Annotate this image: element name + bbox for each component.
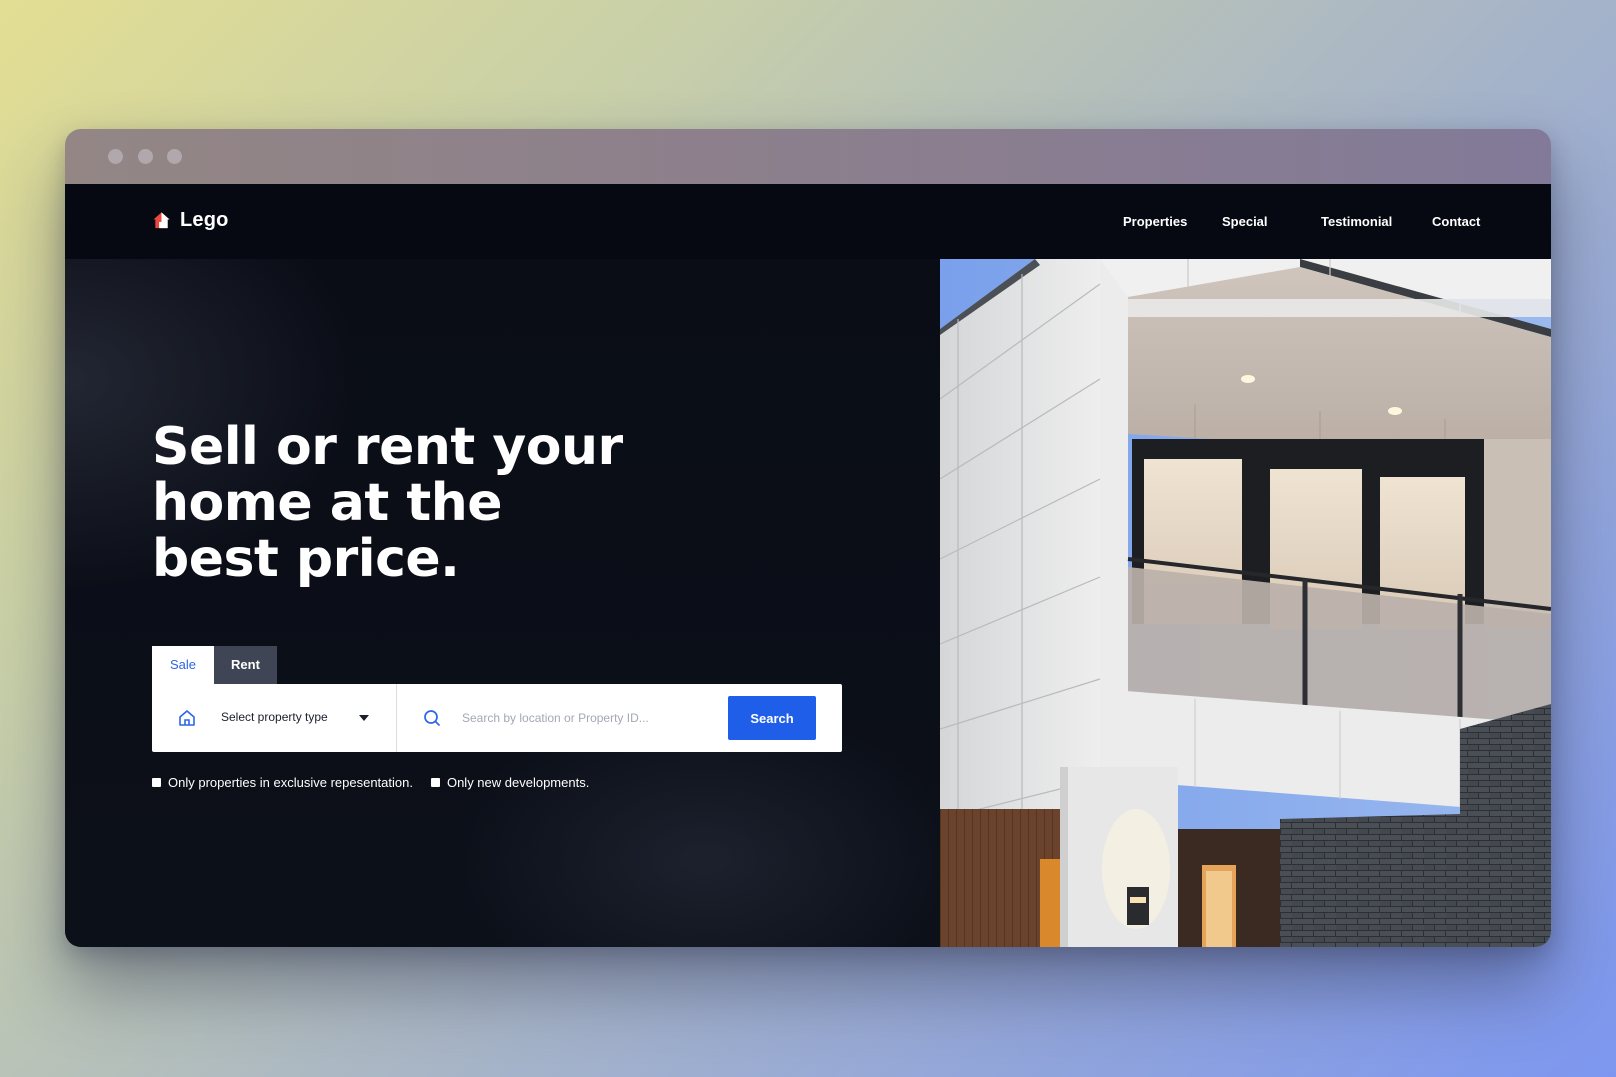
brand-logo[interactable]: Lego [152, 209, 229, 232]
window-titlebar [65, 129, 1551, 184]
browser-window: Lego Properties Special Testimonial Cont… [65, 129, 1551, 947]
top-navbar: Lego Properties Special Testimonial Cont… [65, 184, 1551, 259]
search-filters: Only properties in exclusive repesentati… [152, 775, 589, 790]
window-minimize-dot[interactable] [138, 149, 153, 164]
search-icon [424, 710, 440, 726]
nav-item-properties[interactable]: Properties [1123, 214, 1187, 229]
tab-rent[interactable]: Rent [214, 646, 277, 684]
nav-item-contact[interactable]: Contact [1432, 214, 1480, 229]
home-outline-icon [179, 710, 195, 726]
brand-name: Lego [180, 209, 229, 231]
hero-house-photo [940, 259, 1551, 947]
nav-item-testimonial[interactable]: Testimonial [1321, 214, 1392, 229]
new-developments-checkbox[interactable] [430, 778, 440, 787]
nav-item-special[interactable]: Special [1222, 214, 1268, 229]
tab-sale[interactable]: Sale [152, 646, 214, 684]
exclusive-checkbox[interactable] [152, 778, 161, 787]
filter-exclusive[interactable]: Only properties in exclusive repesentati… [152, 775, 413, 790]
search-divider [396, 684, 397, 752]
filter-exclusive-label: Only properties in exclusive repesentati… [168, 775, 413, 790]
chevron-down-icon [359, 715, 369, 721]
window-maximize-dot[interactable] [167, 149, 182, 164]
filter-new-developments[interactable]: Only new developments. [430, 775, 590, 790]
window-close-dot[interactable] [108, 149, 123, 164]
property-search-bar: Select property type Search [152, 684, 842, 752]
property-type-dropdown[interactable]: Select property type [152, 684, 396, 752]
listing-type-tabs: Sale Rent [152, 646, 277, 684]
location-search-input[interactable] [462, 701, 702, 735]
house-photo-illustration [940, 259, 1551, 947]
filter-new-developments-label: Only new developments. [446, 775, 590, 790]
property-type-label: Select property type [221, 710, 328, 724]
search-button[interactable]: Search [728, 696, 816, 740]
hero-headline: Sell or rent your home at the best price… [152, 417, 623, 589]
house-icon [153, 212, 170, 229]
hero-section: Sell or rent your home at the best price… [65, 259, 940, 947]
landing-page: Lego Properties Special Testimonial Cont… [65, 184, 1551, 947]
